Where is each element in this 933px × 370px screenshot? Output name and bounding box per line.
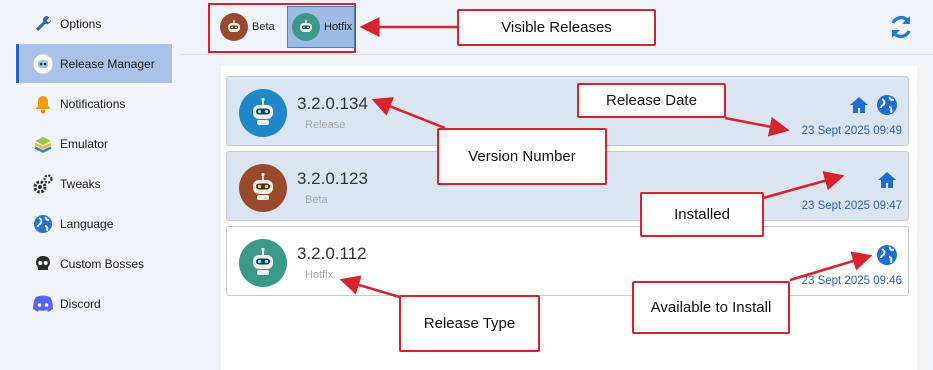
sidebar-item-label: Language — [60, 216, 114, 231]
sidebar-item-label: Tweaks — [60, 176, 101, 191]
callout-visible-releases: Visible Releases — [457, 9, 656, 46]
sidebar-item-notifications[interactable]: Notifications — [16, 84, 172, 123]
sidebar-item-emulator[interactable]: Emulator — [16, 124, 172, 163]
sidebar-item-options[interactable]: Options — [16, 4, 172, 43]
release-type: Release — [305, 119, 346, 131]
release-list: 3.2.0.134 Release 23 Sept 2025 09:49 3.2… — [221, 66, 917, 370]
hotfix-robot-icon — [292, 13, 320, 41]
beta-robot-icon — [239, 164, 287, 212]
layers-icon — [32, 133, 54, 155]
version-number: 3.2.0.123 — [297, 169, 368, 188]
callout-release-type: Release Type — [399, 295, 540, 352]
home-icon[interactable] — [876, 169, 898, 191]
sidebar-item-label: Discord — [60, 296, 101, 311]
wrench-icon — [32, 13, 54, 35]
sidebar-item-label: Notifications — [60, 96, 126, 111]
filter-beta-button[interactable]: Beta — [216, 6, 280, 48]
sidebar-item-tweaks[interactable]: Tweaks — [16, 164, 172, 203]
release-date: 23 Sept 2025 09:47 — [801, 200, 902, 212]
callout-release-date: Release Date — [577, 83, 726, 118]
hotfix-robot-icon — [239, 239, 287, 287]
sidebar-item-language[interactable]: Language — [16, 204, 172, 243]
callout-available-to-install: Available to Install — [632, 281, 790, 334]
sidebar-item-custom-bosses[interactable]: Custom Bosses — [16, 244, 172, 283]
callout-installed: Installed — [640, 192, 764, 237]
callout-version-number: Version Number — [437, 128, 607, 185]
sidebar-item-release-manager[interactable]: Release Manager — [16, 44, 172, 83]
release-type: Hotfix — [305, 269, 334, 281]
sidebar-item-label: Release Manager — [60, 56, 155, 71]
sidebar-item-label: Custom Bosses — [60, 256, 145, 271]
home-icon[interactable] — [848, 94, 870, 116]
sidebar-item-label: Options — [60, 16, 102, 31]
filter-hotfix-button[interactable]: Hotfix — [287, 6, 355, 48]
beta-robot-icon — [220, 13, 248, 41]
skull-icon — [32, 253, 54, 275]
filter-label: Beta — [252, 21, 275, 33]
release-row[interactable]: 3.2.0.112 Hotfix 23 Sept 2025 09:46 — [226, 226, 909, 296]
globe-icon[interactable] — [876, 244, 898, 266]
version-number: 3.2.0.112 — [297, 244, 367, 263]
release-date: 23 Sept 2025 09:46 — [801, 275, 902, 287]
sidebar-item-discord[interactable]: Discord — [16, 284, 172, 323]
filter-label: Hotfix — [324, 21, 353, 33]
robot-icon — [32, 53, 54, 75]
bell-icon — [32, 93, 54, 115]
discord-icon — [32, 293, 54, 315]
refresh-icon[interactable] — [887, 13, 915, 41]
release-type: Beta — [305, 194, 328, 206]
gears-icon — [32, 173, 54, 195]
sidebar: Options Release Manager Notifications Em… — [0, 0, 180, 370]
release-robot-icon — [239, 89, 287, 137]
release-date: 23 Sept 2025 09:49 — [801, 125, 902, 137]
version-number: 3.2.0.134 — [297, 94, 368, 113]
globe-icon — [32, 213, 54, 235]
sidebar-item-label: Emulator — [60, 136, 109, 151]
globe-icon[interactable] — [876, 94, 898, 116]
